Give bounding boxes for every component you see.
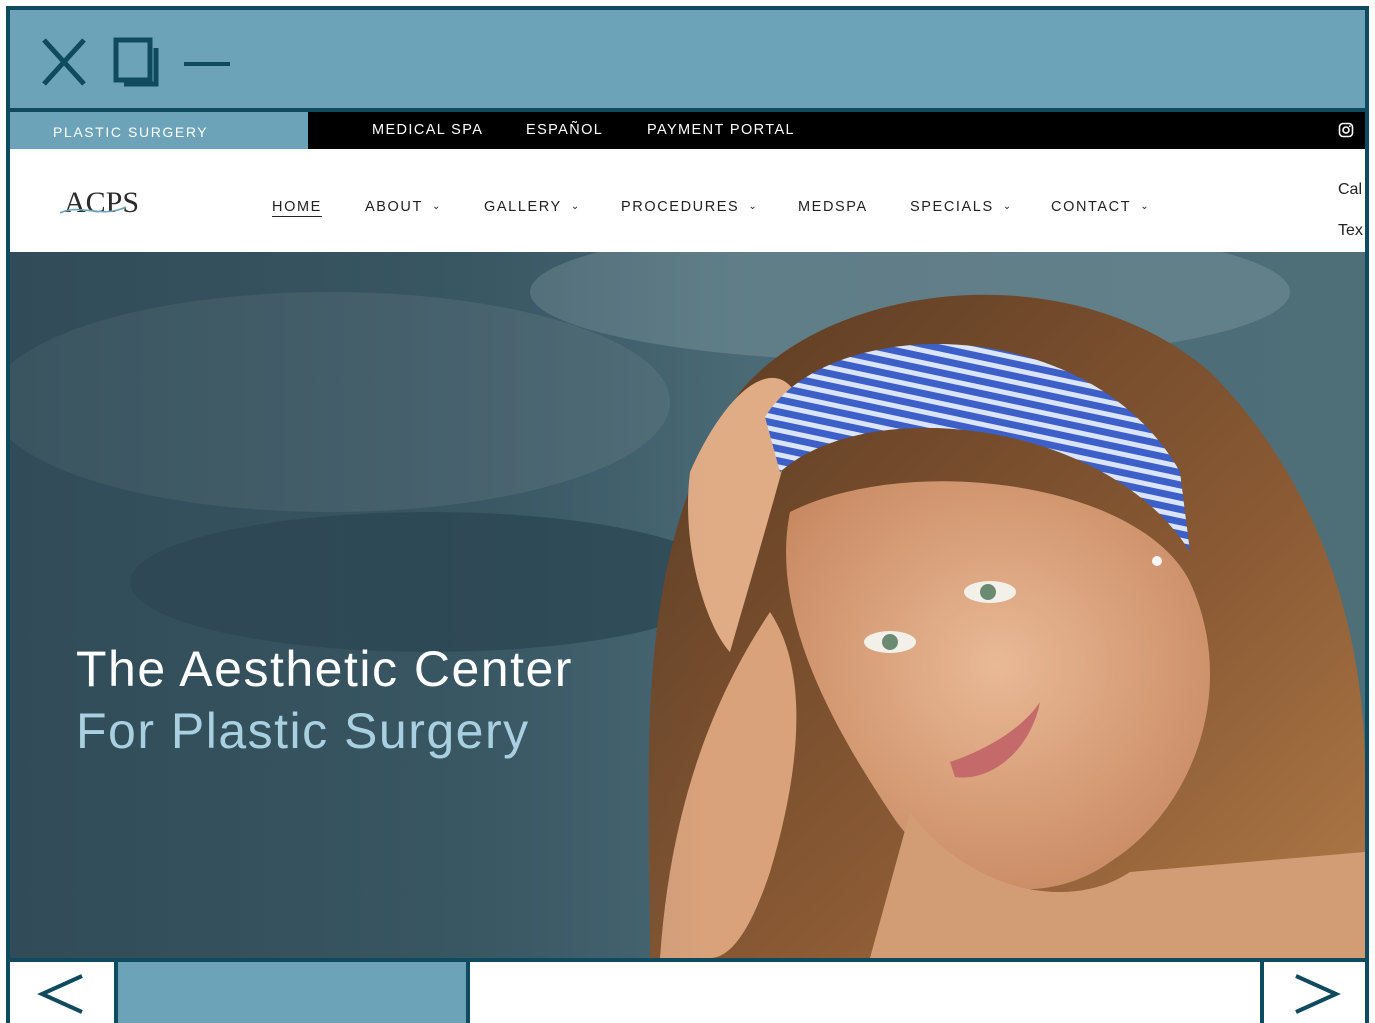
payment-portal-link[interactable]: PAYMENT PORTAL — [647, 112, 795, 149]
window-titlebar — [10, 10, 1365, 112]
nav-gallery[interactable]: GALLERY ⌄ — [484, 199, 581, 215]
plastic-surgery-tab[interactable]: PLASTIC SURGERY — [10, 112, 308, 149]
call-link[interactable]: Cal — [1338, 181, 1362, 199]
bottom-controls — [10, 958, 1365, 1023]
minimize-icon[interactable] — [182, 36, 234, 88]
maximize-icon[interactable] — [110, 36, 162, 88]
nav-specials[interactable]: SPECIALS ⌄ — [910, 199, 1013, 215]
instagram-icon[interactable] — [1338, 122, 1354, 138]
nav-about-label: ABOUT — [365, 199, 423, 215]
chevron-right-icon — [1295, 974, 1341, 1014]
chevron-down-icon: ⌄ — [570, 201, 581, 212]
browser-window: PLASTIC SURGERY MEDICAL SPA ESPAÑOL PAYM… — [6, 6, 1369, 1023]
chevron-down-icon: ⌄ — [431, 201, 442, 212]
medical-spa-link[interactable]: MEDICAL SPA — [372, 112, 483, 149]
close-icon[interactable] — [38, 36, 90, 88]
nav-medspa-label: MEDSPA — [798, 199, 868, 215]
acps-logo[interactable]: ACPS — [56, 183, 166, 223]
chevron-down-icon: ⌄ — [1002, 201, 1013, 212]
svg-text:ACPS: ACPS — [64, 186, 139, 219]
nav-medspa[interactable]: MEDSPA — [798, 199, 868, 215]
nav-procedures-label: PROCEDURES — [621, 199, 740, 215]
hero-banner: The Aesthetic Center For Plastic Surgery — [10, 252, 1365, 958]
hero-photo — [10, 252, 1365, 958]
progress-block — [118, 962, 470, 1023]
hero-subtitle: For Plastic Surgery — [76, 703, 530, 759]
hero-title: The Aesthetic Center — [76, 641, 573, 697]
nav-about[interactable]: ABOUT ⌄ — [365, 199, 442, 215]
nav-specials-label: SPECIALS — [910, 199, 994, 215]
next-button[interactable] — [1260, 962, 1365, 1023]
chevron-down-icon: ⌄ — [1140, 201, 1151, 212]
nav-gallery-label: GALLERY — [484, 199, 562, 215]
chevron-down-icon: ⌄ — [748, 201, 759, 212]
utility-bar: PLASTIC SURGERY MEDICAL SPA ESPAÑOL PAYM… — [10, 112, 1365, 149]
previous-button[interactable] — [10, 962, 118, 1023]
nav-home-label: HOME — [272, 199, 322, 215]
nav-procedures[interactable]: PROCEDURES ⌄ — [621, 199, 758, 215]
text-link[interactable]: Tex — [1338, 222, 1363, 240]
espanol-link[interactable]: ESPAÑOL — [526, 112, 603, 149]
nav-contact-label: CONTACT — [1051, 199, 1132, 215]
main-navigation: ACPS HOME ABOUT ⌄ GALLERY ⌄ PROCEDURES ⌄ ME… — [10, 149, 1365, 252]
chevron-left-icon — [37, 974, 83, 1014]
nav-contact[interactable]: CONTACT ⌄ — [1051, 199, 1150, 215]
nav-home[interactable]: HOME — [272, 199, 322, 215]
